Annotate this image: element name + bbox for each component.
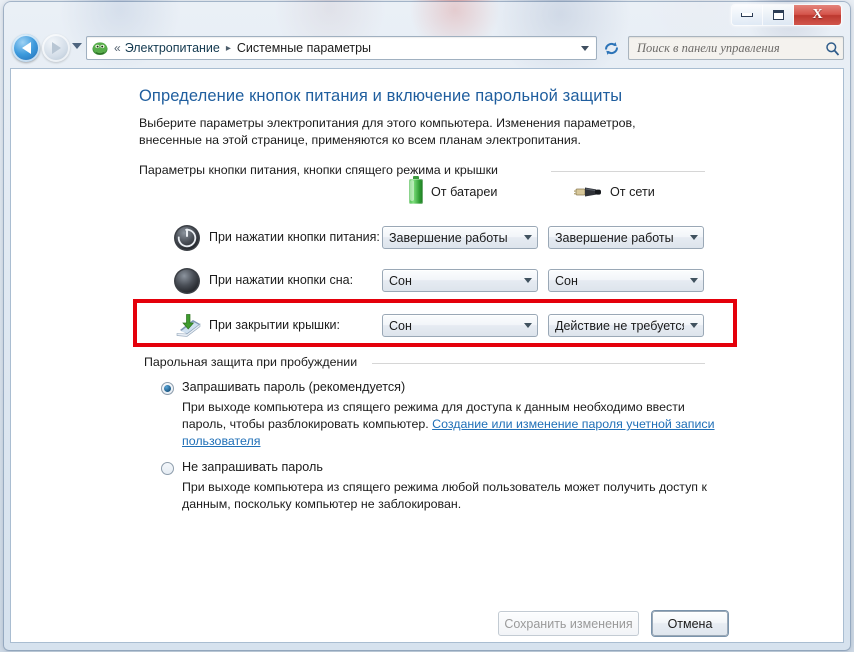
radio-option-no-password-description: При выходе компьютера из спящего режима … (182, 480, 707, 511)
cancel-button[interactable]: Отмена (652, 611, 728, 636)
sleep-button-battery-select[interactable]: Сон (382, 269, 538, 292)
breadcrumb-system-settings[interactable]: Системные параметры (237, 41, 371, 55)
forward-button[interactable] (42, 34, 70, 62)
radio-option-require-password-description: При выходе компьютера из спящего режима … (182, 399, 720, 450)
breadcrumb-separator-icon: ▸ (225, 42, 231, 54)
setting-row-lid-close: При закрытии крышки: Сон Действие не тре… (11, 309, 843, 343)
chevron-down-icon (581, 45, 589, 51)
sleep-button-battery-value: Сон (389, 273, 412, 288)
lid-close-ac-select[interactable]: Действие не требуется (548, 314, 704, 337)
power-button-icon (173, 224, 201, 252)
power-options-icon (91, 39, 109, 57)
column-header-ac-label: От сети (610, 185, 655, 199)
maximize-button[interactable] (763, 5, 794, 25)
radio-button-require-password[interactable] (161, 382, 174, 395)
arrow-right-icon (51, 42, 61, 54)
lid-close-battery-select[interactable]: Сон (382, 314, 538, 337)
lid-close-ac-value: Действие не требуется (555, 318, 684, 333)
password-protection-group-label: Парольная защита при пробуждении (144, 355, 365, 369)
sleep-button-ac-select[interactable]: Сон (548, 269, 704, 292)
chevron-down-icon (684, 278, 703, 283)
radio-button-no-password[interactable] (161, 462, 174, 475)
setting-row-lid-close-label: При закрытии крышки: (209, 318, 340, 332)
address-bar[interactable]: « Электропитание ▸ Системные параметры (86, 36, 597, 60)
window-caption-buttons: X (731, 4, 842, 26)
back-button[interactable] (12, 34, 40, 62)
laptop-lid-icon (173, 312, 201, 340)
power-button-ac-value: Завершение работы (555, 230, 674, 245)
window-titlebar: X (4, 2, 850, 30)
minimize-icon (741, 13, 753, 17)
setting-row-power-button: При нажатии кнопки питания: Завершение р… (11, 221, 843, 255)
close-icon: X (812, 7, 823, 22)
setting-row-sleep-button: При нажатии кнопки сна: Сон Сон (11, 264, 843, 298)
sleep-button-ac-value: Сон (555, 273, 578, 288)
lid-close-battery-value: Сон (389, 318, 412, 333)
chevron-down-icon (684, 235, 703, 240)
refresh-button[interactable] (601, 38, 622, 59)
breadcrumb-prefix: « (114, 41, 121, 55)
search-icon (821, 41, 843, 56)
close-button[interactable]: X (794, 5, 841, 25)
recent-pages-dropdown-icon[interactable] (72, 43, 82, 49)
page-description: Выберите параметры электропитания для эт… (139, 116, 636, 147)
sleep-button-icon (173, 267, 201, 295)
page-title: Определение кнопок питания и включение п… (139, 87, 623, 105)
setting-row-sleep-button-label: При нажатии кнопки сна: (209, 273, 354, 287)
content-pane: Определение кнопок питания и включение п… (10, 68, 844, 643)
control-panel-window: X « Электропитание ▸ Системные параметры… (4, 2, 850, 650)
radio-option-no-password-title: Не запрашивать пароль (182, 460, 323, 474)
minimize-button[interactable] (732, 5, 763, 25)
save-changes-label: Сохранить изменения (504, 616, 633, 631)
chevron-down-icon (684, 323, 703, 328)
power-button-battery-value: Завершение работы (389, 230, 508, 245)
breadcrumb-power-options[interactable]: Электропитание (125, 41, 220, 55)
navigation-bar: « Электропитание ▸ Системные параметры П… (4, 30, 850, 67)
power-plug-icon (574, 183, 602, 201)
cancel-label: Отмена (667, 616, 713, 631)
setting-row-power-button-label: При нажатии кнопки питания: (209, 230, 380, 244)
maximize-icon (772, 10, 784, 20)
chevron-down-icon (518, 278, 537, 283)
chevron-down-icon (518, 323, 537, 328)
power-button-battery-select[interactable]: Завершение работы (382, 226, 538, 249)
group-divider (372, 363, 705, 364)
search-box[interactable]: Поиск в панели управления (628, 36, 844, 60)
search-input[interactable]: Поиск в панели управления (629, 41, 821, 56)
column-header-ac: От сети (574, 183, 655, 201)
column-header-battery: От батареи (409, 176, 498, 204)
save-changes-button[interactable]: Сохранить изменения (498, 611, 639, 636)
radio-option-require-password-title: Запрашивать пароль (рекомендуется) (182, 380, 406, 394)
column-header-battery-label: От батареи (431, 184, 498, 199)
power-buttons-group-label: Параметры кнопки питания, кнопки спящего… (139, 163, 505, 177)
group-divider (551, 171, 705, 172)
battery-icon (409, 176, 423, 204)
address-history-dropdown[interactable] (574, 37, 596, 59)
system-settings-page: Определение кнопок питания и включение п… (11, 69, 843, 642)
arrow-left-icon (21, 42, 31, 54)
chevron-down-icon (518, 235, 537, 240)
power-button-ac-select[interactable]: Завершение работы (548, 226, 704, 249)
